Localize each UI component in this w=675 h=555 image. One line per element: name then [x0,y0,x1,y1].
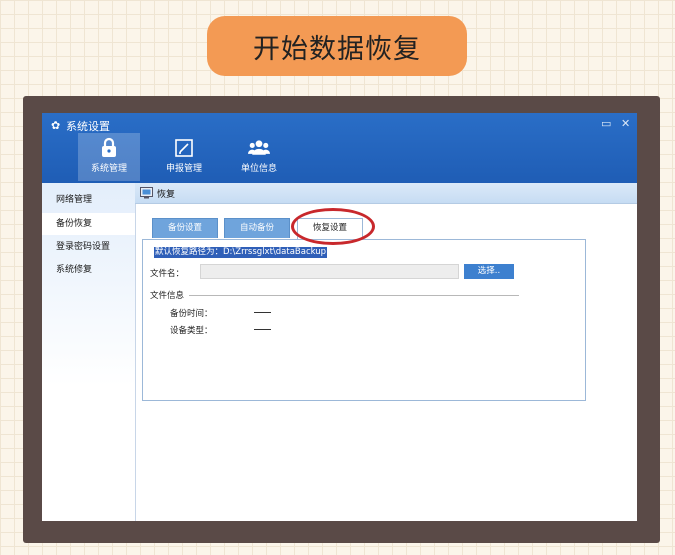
close-button[interactable]: ✕ [621,117,630,130]
window-header: ✿ 系统设置 ▭ ✕ 系统管理 申报管理 单位信息 [42,113,637,183]
file-info-title: 文件信息 [150,291,185,301]
nav-label: 单位信息 [240,164,277,174]
tab-backup-settings[interactable]: 备份设置 [152,218,218,238]
file-name-label: 文件名： [150,269,185,279]
restore-button[interactable]: ▭ [601,117,611,130]
annotation-circle [291,208,375,245]
file-info-divider [189,295,519,296]
nav-label: 系统管理 [90,164,127,174]
nav-label: 申报管理 [165,164,202,174]
file-name-field[interactable] [200,264,459,279]
device-type-value [254,329,271,330]
window-title: 系统设置 [66,120,110,133]
sidebar-item-system-repair[interactable]: 系统修复 [42,259,135,281]
content-header: 恢复 [135,183,637,204]
lock-icon [102,137,116,157]
nav-system-management[interactable]: 系统管理 [78,133,140,181]
backup-time-value [254,312,271,313]
banner-title: 开始数据恢复 [207,16,467,76]
device-type-label: 设备类型： [170,326,213,336]
sidebar-item-login-password[interactable]: 登录密码设置 [42,236,135,258]
content-header-title: 恢复 [157,190,176,200]
users-icon [248,140,270,155]
restore-icon [140,187,153,199]
nav-declaration-management[interactable]: 申报管理 [153,133,215,181]
sidebar: 网络管理 备份恢复 登录密码设置 系统修复 [42,183,136,521]
sidebar-item-network[interactable]: 网络管理 [42,189,135,211]
select-file-button[interactable]: 选择.. [464,264,514,279]
default-restore-path: 默认恢复路径为：D:\Zrrssglxt\dataBackup [154,247,328,258]
tab-auto-backup[interactable]: 自动备份 [224,218,290,238]
backup-time-label: 备份时间： [170,309,213,319]
nav-unit-info[interactable]: 单位信息 [228,133,290,181]
gear-icon: ✿ [51,119,61,132]
settings-window: ✿ 系统设置 ▭ ✕ 系统管理 申报管理 单位信息 网络管理 备份恢复 登录密码… [42,113,637,521]
edit-icon [175,139,193,157]
sidebar-item-backup-restore[interactable]: 备份恢复 [42,213,135,235]
